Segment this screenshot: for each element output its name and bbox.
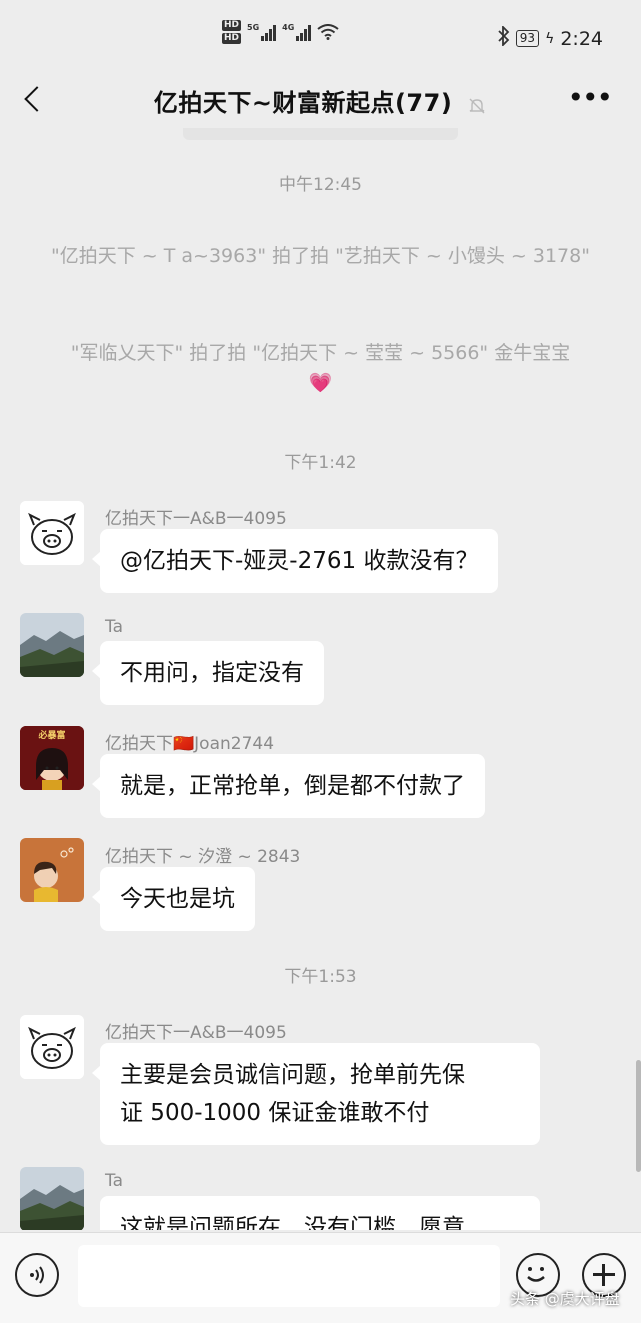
voice-input-button[interactable] [15,1253,59,1297]
china-flag-icon: 🇨🇳 [173,734,195,754]
avatar[interactable] [20,838,84,902]
voice-icon [30,1266,44,1284]
more-options-button[interactable]: ••• [567,84,613,112]
hd-badge: HD [222,33,242,44]
timestamp: 中午12:45 [279,175,362,195]
avatar[interactable] [20,1167,84,1230]
avatar[interactable] [20,501,84,565]
message-bubble[interactable]: 这就是问题所在，没有门槛，愿意 [100,1196,540,1230]
system-pat-message: "亿拍天下 ~ T a~3963" 拍了拍 "艺拍天下 ~ 小馒头 ~ 3178… [51,245,590,267]
sender-name: Ta [105,617,123,637]
clock: 2:24 [560,27,603,50]
avatar[interactable] [20,613,84,677]
hd-badge: HD [222,20,242,31]
sender-name: 亿拍天下一A&B一4095 [105,509,287,529]
chat-header: 亿拍天下~财富新起点(77) ••• [0,70,641,130]
avatar-caption: 必暴富 [38,731,66,741]
message-bubble[interactable]: 不用问，指定没有 [92,641,324,705]
message-input[interactable] [78,1245,500,1307]
sender-name: 亿拍天下一A&B一4095 [105,1023,287,1043]
timestamp: 下午1:42 [284,453,357,473]
battery-level: 93 [515,30,540,47]
message-bubble[interactable]: @亿拍天下-娅灵-2761 收款没有？ [91,529,499,593]
bluetooth-icon [498,24,510,51]
sender-name: 亿拍天下 ~ 汐澄 ~ 2843 [105,847,301,867]
header-pull-tab [183,128,458,140]
watermark: 头条 @虞大评盘 [510,1290,620,1308]
input-bar [0,1232,641,1323]
message-bubble[interactable]: 主要是会员诚信问题，抢单前先保 证 500-1000 保证金谁敢不付 [92,1043,540,1145]
message-bubble[interactable]: 今天也是坑 [92,867,255,931]
sender-name: Ta [105,1171,123,1191]
heart-emoji: 💗 [308,372,333,394]
sender-name: 亿拍天下🇨🇳Joan2744 [105,734,275,754]
status-bar: HD HD 5G 4G 93 ϟ 2:24 [0,0,641,70]
charging-icon: ϟ [545,30,555,47]
avatar[interactable] [20,1015,84,1079]
chat-title-wrap: 亿拍天下~财富新起点(77) [0,83,641,118]
message-bubble[interactable]: 就是，正常抢单，倒是都不付款了 [92,754,485,818]
timestamp: 下午1:53 [284,967,357,987]
mute-bell-icon [467,94,487,114]
smile-icon [526,1266,545,1282]
message-list[interactable]: 中午12:45 "亿拍天下 ~ T a~3963" 拍了拍 "艺拍天下 ~ 小馒… [0,140,641,1230]
signal-5g-icon: 5G [247,23,277,41]
signal-4g-icon: 4G [282,23,312,41]
scrollbar[interactable] [636,1060,641,1172]
wifi-icon [317,24,339,40]
avatar[interactable]: 必暴富 [20,726,84,790]
chat-title: 亿拍天下~财富新起点(77) [153,89,453,117]
system-pat-message: "军临乂天下" 拍了拍 "亿拍天下 ~ 莹莹 ~ 5566" 金牛宝宝 💗 [70,342,571,394]
status-right: 93 ϟ 2:24 [498,24,603,51]
network-indicators: HD HD 5G 4G [222,20,339,44]
